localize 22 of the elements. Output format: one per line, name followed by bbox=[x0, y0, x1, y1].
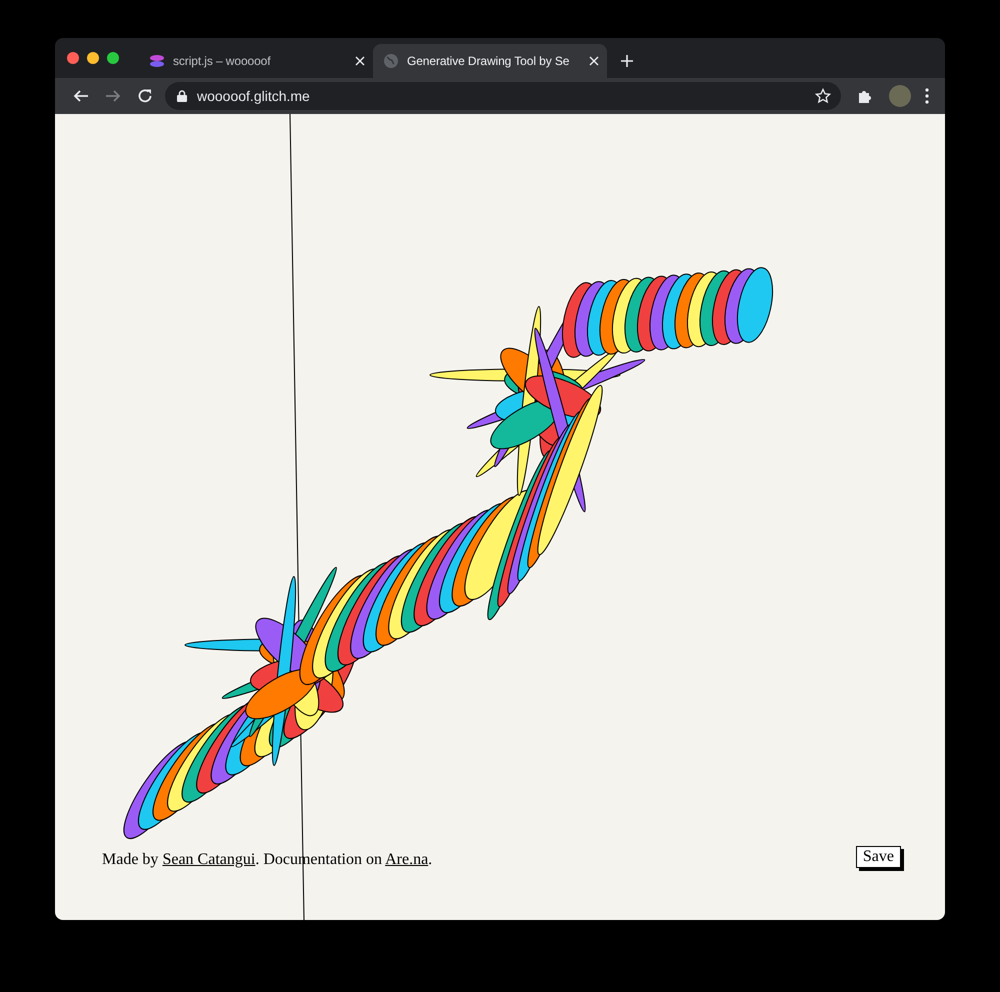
close-window-icon[interactable] bbox=[67, 52, 79, 64]
lock-icon bbox=[177, 90, 187, 102]
browser-tab[interactable]: Generative Drawing Tool by Se bbox=[373, 44, 607, 78]
address-bar[interactable]: wooooof.glitch.me bbox=[165, 82, 841, 110]
documentation-link[interactable]: Are.na bbox=[385, 851, 428, 868]
tab-title: script.js – wooooof bbox=[173, 54, 272, 68]
close-tab-icon[interactable] bbox=[589, 56, 599, 66]
back-arrow-icon[interactable] bbox=[73, 88, 89, 104]
reload-icon[interactable] bbox=[137, 88, 153, 104]
minimize-window-icon[interactable] bbox=[87, 52, 99, 64]
close-tab-icon[interactable] bbox=[355, 56, 365, 66]
puzzle-icon[interactable] bbox=[857, 88, 873, 104]
bookmark-star-icon[interactable] bbox=[815, 88, 831, 104]
save-button[interactable]: Save bbox=[856, 846, 901, 868]
menu-icon[interactable] bbox=[925, 88, 929, 104]
url-text: wooooof.glitch.me bbox=[197, 88, 311, 104]
browser-tab[interactable]: script.js – wooooof bbox=[139, 44, 373, 78]
tab-title: Generative Drawing Tool by Se bbox=[407, 54, 570, 68]
forward-arrow-icon[interactable] bbox=[105, 88, 121, 104]
author-link[interactable]: Sean Catangui bbox=[162, 851, 256, 868]
zoom-window-icon[interactable] bbox=[107, 52, 119, 64]
new-tab-icon[interactable] bbox=[621, 55, 633, 67]
